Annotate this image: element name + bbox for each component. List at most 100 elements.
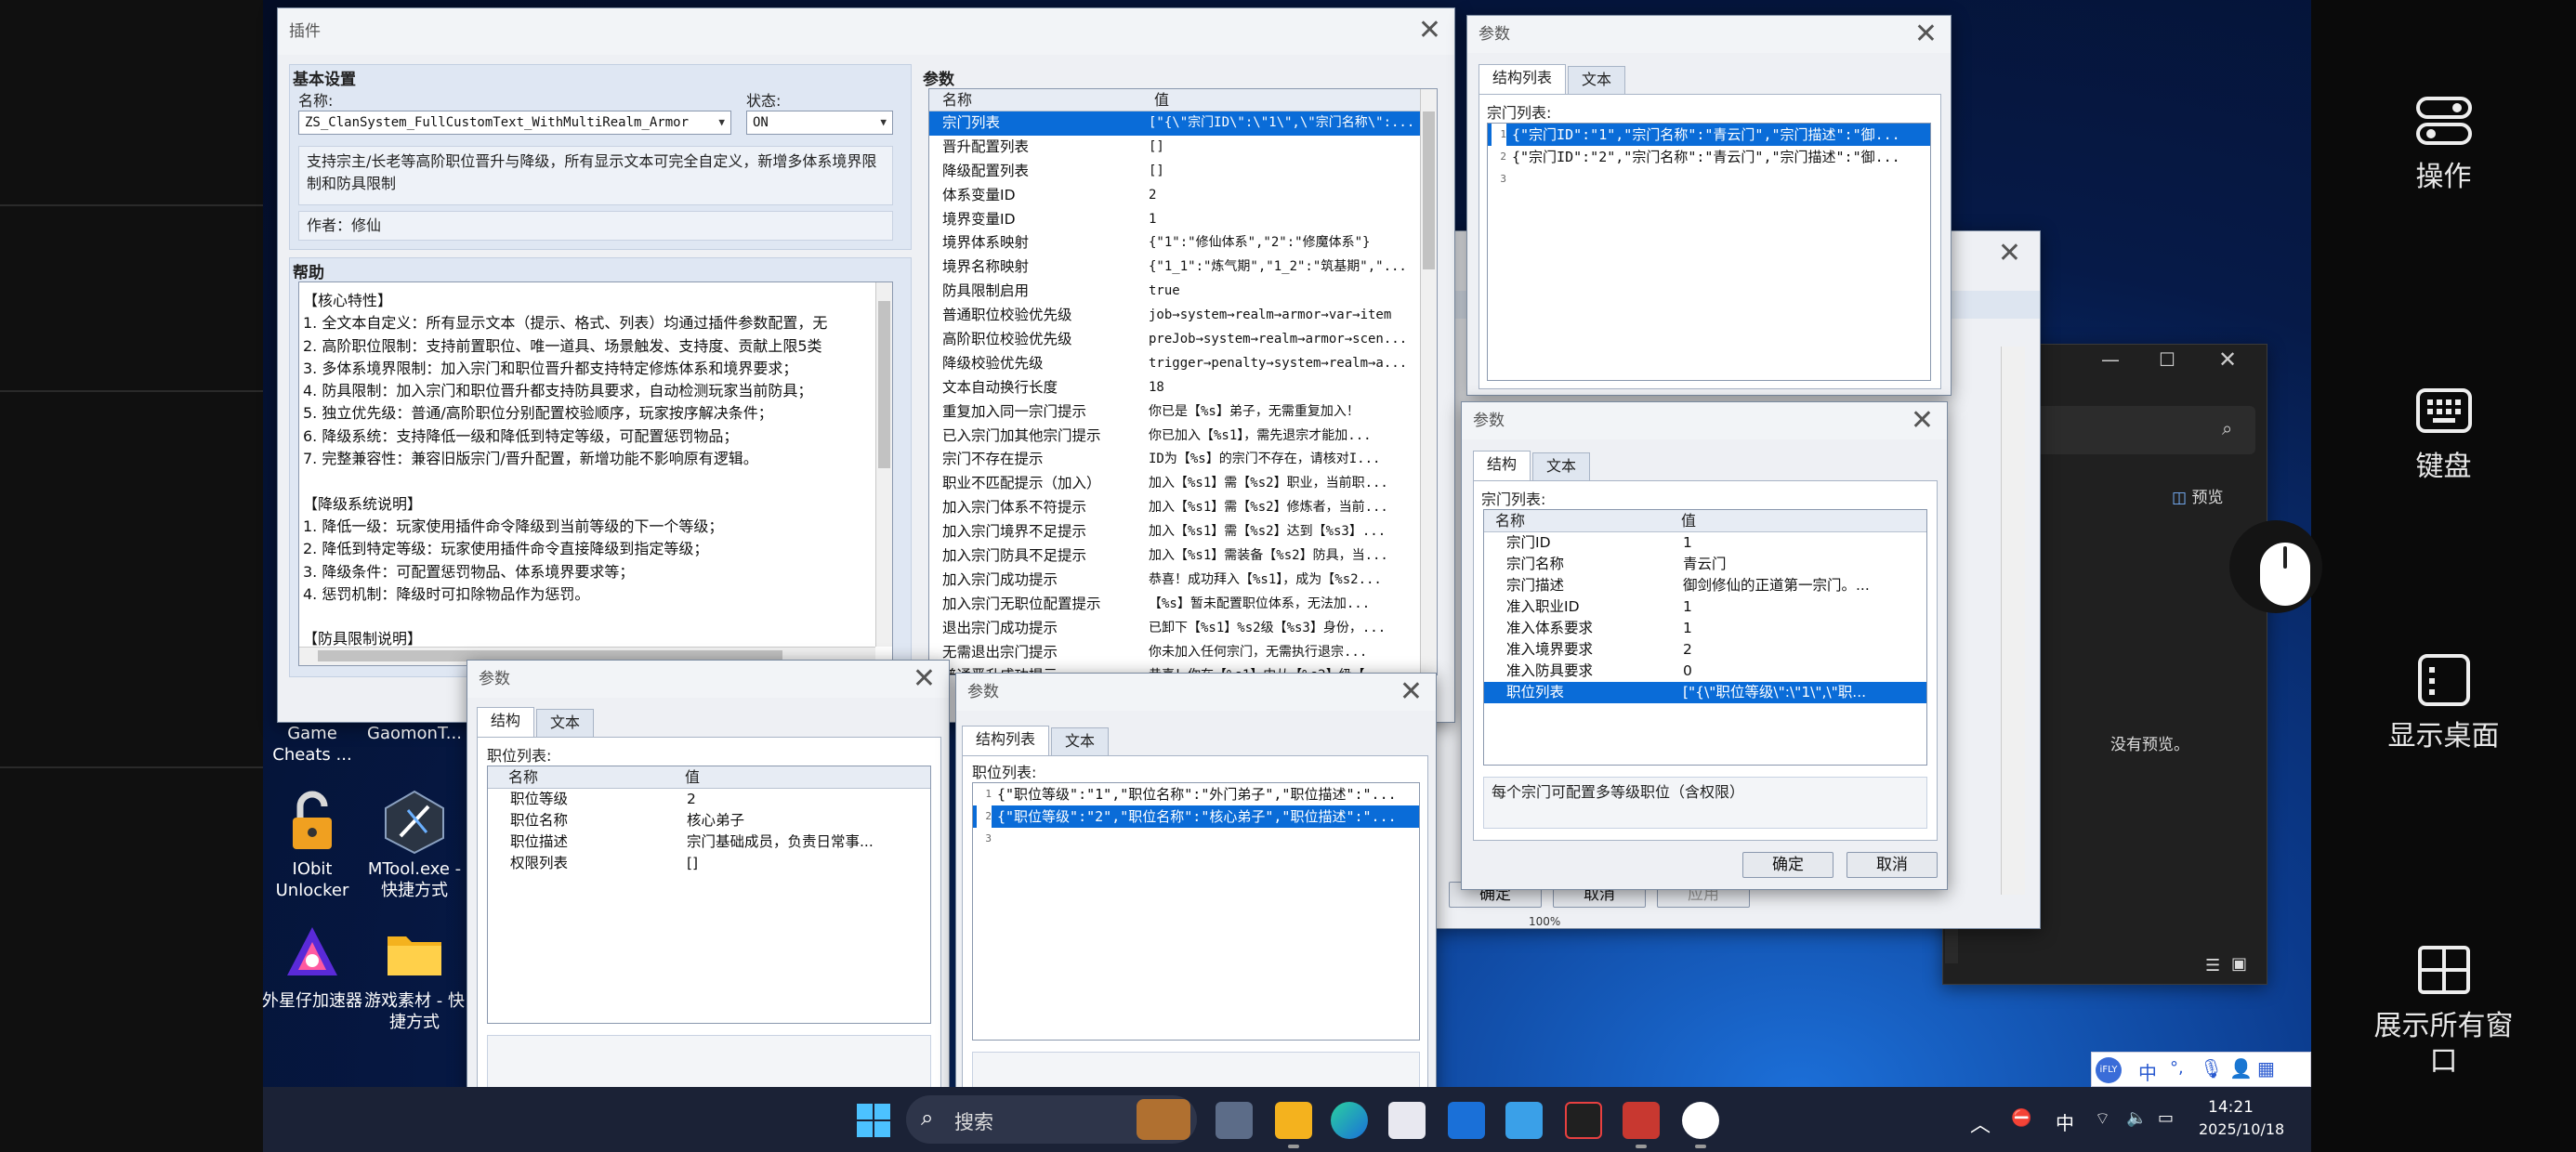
clock-date[interactable]: 2025/10/18: [2199, 1120, 2284, 1138]
table-row[interactable]: 高阶职位校验优先级 preJob→system→realm→armor→scen.…: [929, 328, 1437, 352]
tab-struct[interactable]: 结构: [477, 707, 535, 737]
desktop-icon-accelerator[interactable]: 外星仔加速器: [256, 922, 368, 1012]
punctuation-icon[interactable]: °,: [2170, 1058, 2184, 1078]
file-explorer-icon[interactable]: [1275, 1102, 1312, 1139]
list-item[interactable]: 1 {"职位等级":"1","职位名称":"外门弟子","职位描述":"...: [973, 783, 1419, 805]
ime-mode-toggle[interactable]: 中: [2138, 1058, 2157, 1085]
tab-struct-list[interactable]: 结构列表: [962, 726, 1050, 755]
table-row[interactable]: 加入宗门成功提示 恭喜！成功拜入【%s1】，成为【%s2...: [929, 569, 1437, 593]
microphone-icon[interactable]: 🎙: [2200, 1057, 2223, 1080]
table-row[interactable]: 职位列表 ["{\"职位等级\":\"1\",\"职...: [1484, 682, 1926, 703]
status-select[interactable]: ON ▼: [746, 111, 893, 135]
edge-icon[interactable]: [1331, 1102, 1368, 1139]
table-row[interactable]: [488, 917, 930, 938]
table-row[interactable]: [1484, 703, 1926, 725]
cancel-button[interactable]: 取消: [1847, 852, 1938, 878]
position-list[interactable]: 1 {"职位等级":"1","职位名称":"外门弟子","职位描述":"... 2 {…: [972, 782, 1420, 1041]
details-view-icon[interactable]: ☰: [2205, 956, 2220, 975]
desktop-icon-game-assets[interactable]: 游戏素材 - 快捷方式: [359, 922, 470, 1033]
table-row[interactable]: 境界名称映射 {"1_1":"炼气期","1_2":"筑基期","...: [929, 255, 1437, 280]
help-vertical-scrollbar[interactable]: [875, 282, 892, 647]
table-row[interactable]: [488, 960, 930, 981]
table-row[interactable]: 加入宗门境界不足提示 加入【%s1】需【%s2】达到【%s3】...: [929, 520, 1437, 544]
list-item[interactable]: 1 {"宗门ID":"1","宗门名称":"青云门","宗门描述":"御...: [1488, 124, 1930, 146]
scrollbar[interactable]: [2001, 347, 2025, 895]
app-icon-calendar[interactable]: [1505, 1102, 1543, 1139]
close-icon[interactable]: ✕: [2218, 347, 2237, 373]
table-row[interactable]: [488, 896, 930, 917]
tab-text[interactable]: 文本: [1051, 727, 1110, 755]
table-row[interactable]: 准入境界要求 2: [1484, 639, 1926, 661]
preview-button[interactable]: ◫ 预览: [2172, 484, 2223, 507]
app-icon-rpg-maker[interactable]: [1623, 1102, 1660, 1139]
tray-app-icon[interactable]: ⛔: [2011, 1108, 2031, 1128]
params-scrollbar[interactable]: [1420, 89, 1437, 674]
scroll-thumb[interactable]: [1423, 111, 1435, 269]
plugin-name-select[interactable]: ZS_ClanSystem_FullCustomText_WithMultiRe…: [298, 111, 731, 135]
table-row[interactable]: [488, 874, 930, 896]
close-icon[interactable]: ✕: [1418, 14, 1441, 47]
table-row[interactable]: [488, 938, 930, 960]
close-icon[interactable]: ✕: [913, 662, 936, 696]
table-row[interactable]: 加入宗门防具不足提示 加入【%s1】需装备【%s2】防具，当...: [929, 544, 1437, 569]
minimize-icon[interactable]: —: [2101, 348, 2120, 371]
table-row[interactable]: 加入宗门体系不符提示 加入【%s1】需【%s2】修炼者，当前...: [929, 496, 1437, 520]
table-row[interactable]: 体系变量ID 2: [929, 184, 1437, 208]
table-row[interactable]: 职业不匹配提示（加入） 加入【%s1】需【%s2】职业，当前职...: [929, 472, 1437, 496]
close-icon[interactable]: ✕: [1998, 237, 2021, 270]
table-row[interactable]: [1484, 725, 1926, 746]
ime-logo-icon[interactable]: iFLY: [2096, 1057, 2122, 1083]
table-row[interactable]: 宗门名称 青云门: [1484, 554, 1926, 575]
taskbar-search-input[interactable]: ⌕ 搜索: [906, 1095, 1197, 1144]
ime-indicator[interactable]: 中: [2056, 1108, 2074, 1135]
table-row[interactable]: 加入宗门无职位配置提示 【%s】暂未配置职位体系，无法加...: [929, 593, 1437, 617]
desktop-icon-gaomon[interactable]: GaomonT...: [359, 723, 470, 744]
table-row[interactable]: 准入职业ID 1: [1484, 596, 1926, 618]
list-item[interactable]: 2 {"宗门ID":"2","宗门名称":"青云门","宗门描述":"御...: [1488, 146, 1930, 168]
table-row[interactable]: 宗门ID 1: [1484, 532, 1926, 554]
table-row[interactable]: 宗门列表 ["{\"宗门ID\":\"1\",\"宗门名称\":...: [929, 111, 1437, 136]
table-row[interactable]: 权限列表 []: [488, 853, 930, 874]
sect-list[interactable]: 1 {"宗门ID":"1","宗门名称":"青云门","宗门描述":"御... 2 {…: [1487, 123, 1931, 381]
table-row[interactable]: 职位名称 核心弟子: [488, 810, 930, 831]
task-view-icon[interactable]: [1216, 1102, 1253, 1139]
list-item[interactable]: 2 {"职位等级":"2","职位名称":"核心弟子","职位描述":"...: [973, 805, 1419, 828]
start-icon[interactable]: [855, 1102, 892, 1139]
table-row[interactable]: 职位描述 宗门基础成员，负责日常事...: [488, 831, 930, 853]
all-windows-button[interactable]: 展示所有窗口: [2311, 940, 2576, 1080]
desktop-icon-game-cheats[interactable]: Game Cheats ...: [256, 723, 368, 766]
table-row[interactable]: 防具限制启用 true: [929, 280, 1437, 304]
table-row[interactable]: 无需退出宗门提示 你未加入任何宗门，无需执行退宗...: [929, 641, 1437, 665]
battery-icon[interactable]: ▭: [2158, 1108, 2174, 1128]
wifi-icon[interactable]: ⌔: [2095, 1108, 2110, 1130]
table-row[interactable]: 职位等级 2: [488, 789, 930, 810]
table-row[interactable]: 已入宗门加其他宗门提示 你已加入【%s1】，需先退宗才能加...: [929, 425, 1437, 449]
operation-button[interactable]: 操作: [2311, 91, 2576, 195]
user-icon[interactable]: 👤: [2229, 1057, 2253, 1080]
desktop-icon-iobit-unlocker[interactable]: IObit Unlocker: [256, 790, 368, 901]
close-icon[interactable]: ✕: [1914, 18, 1938, 51]
table-row[interactable]: 晋升配置列表 []: [929, 136, 1437, 160]
keyboard-button[interactable]: 键盘: [2311, 381, 2576, 485]
list-item[interactable]: 3: [973, 828, 1419, 850]
table-row[interactable]: 宗门描述 御剑修仙的正道第一宗门。...: [1484, 575, 1926, 596]
table-row[interactable]: 重复加入同一宗门提示 你已是【%s】弟子，无需重复加入！: [929, 400, 1437, 425]
close-icon[interactable]: ✕: [1400, 675, 1423, 709]
list-item[interactable]: 3: [1488, 168, 1930, 190]
tab-text[interactable]: 文本: [1532, 452, 1591, 480]
scroll-thumb[interactable]: [878, 301, 890, 468]
table-row[interactable]: 宗门不存在提示 ID为【%s】的宗门不存在，请核对I...: [929, 448, 1437, 472]
outlook-icon[interactable]: [1448, 1102, 1485, 1139]
volume-icon[interactable]: 🔈: [2126, 1108, 2147, 1128]
table-row[interactable]: 准入体系要求 1: [1484, 618, 1926, 639]
thumbnail-view-icon[interactable]: ▣: [2231, 954, 2247, 974]
desktop-icon-mtool[interactable]: MTool.exe - 快捷方式: [359, 790, 470, 901]
maximize-icon[interactable]: ☐: [2159, 348, 2175, 371]
table-row[interactable]: 普通职位校验优先级 job→system→realm→armor→var→item: [929, 304, 1437, 328]
app-icon-game[interactable]: [1565, 1102, 1602, 1139]
table-row[interactable]: 境界变量ID 1: [929, 208, 1437, 232]
show-desktop-button[interactable]: 显示桌面: [2311, 650, 2576, 754]
close-icon[interactable]: ✕: [1911, 404, 1934, 438]
table-row[interactable]: 境界体系映射 {"1":"修仙体系","2":"修魔体系"}: [929, 231, 1437, 255]
tab-text[interactable]: 文本: [1568, 66, 1626, 94]
